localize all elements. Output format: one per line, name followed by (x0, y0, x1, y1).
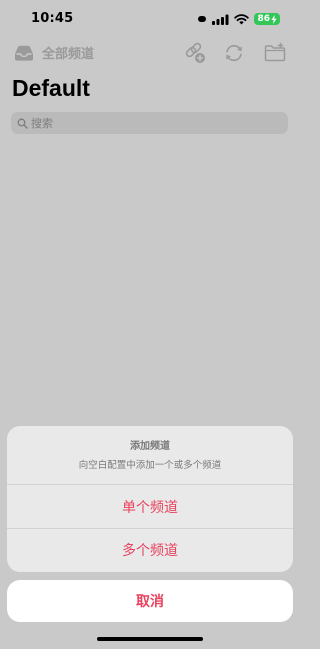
search-bar[interactable] (11, 112, 288, 134)
home-indicator[interactable] (97, 637, 203, 641)
action-sheet-title: 添加频道 (130, 441, 170, 452)
single-channel-button[interactable]: 单个频道 (7, 485, 293, 528)
status-time: 10:45 (31, 11, 74, 26)
status-indicators: 86 (197, 13, 280, 25)
folder-add-icon[interactable] (264, 42, 286, 64)
cellular-signal-icon (212, 14, 229, 25)
refresh-icon[interactable] (223, 42, 245, 64)
page-title: Default (12, 75, 90, 101)
action-sheet: 添加频道 向空白配置中添加一个或多个频道 单个频道 多个频道 (7, 426, 293, 572)
focus-mode-icon (198, 16, 207, 22)
status-bar: 10:45 86 (0, 0, 300, 40)
search-input[interactable] (31, 116, 271, 130)
action-sheet-header: 添加频道 向空白配置中添加一个或多个频道 (7, 426, 293, 485)
all-channels-label: 全部频道 (42, 47, 95, 62)
battery-indicator: 86 (254, 13, 280, 25)
search-icon (17, 118, 28, 129)
battery-level: 86 (257, 14, 270, 24)
cancel-button[interactable]: 取消 (7, 580, 293, 622)
wifi-icon (234, 13, 250, 24)
all-channels-button[interactable]: 全部频道 (13, 43, 94, 62)
navigation-bar: 全部频道 (0, 40, 300, 70)
charging-bolt-icon (271, 14, 277, 24)
action-sheet-message: 向空白配置中添加一个或多个频道 (78, 460, 222, 471)
link-add-icon[interactable] (184, 42, 206, 64)
inbox-tray-icon (15, 45, 33, 61)
multiple-channels-button[interactable]: 多个频道 (7, 528, 293, 571)
